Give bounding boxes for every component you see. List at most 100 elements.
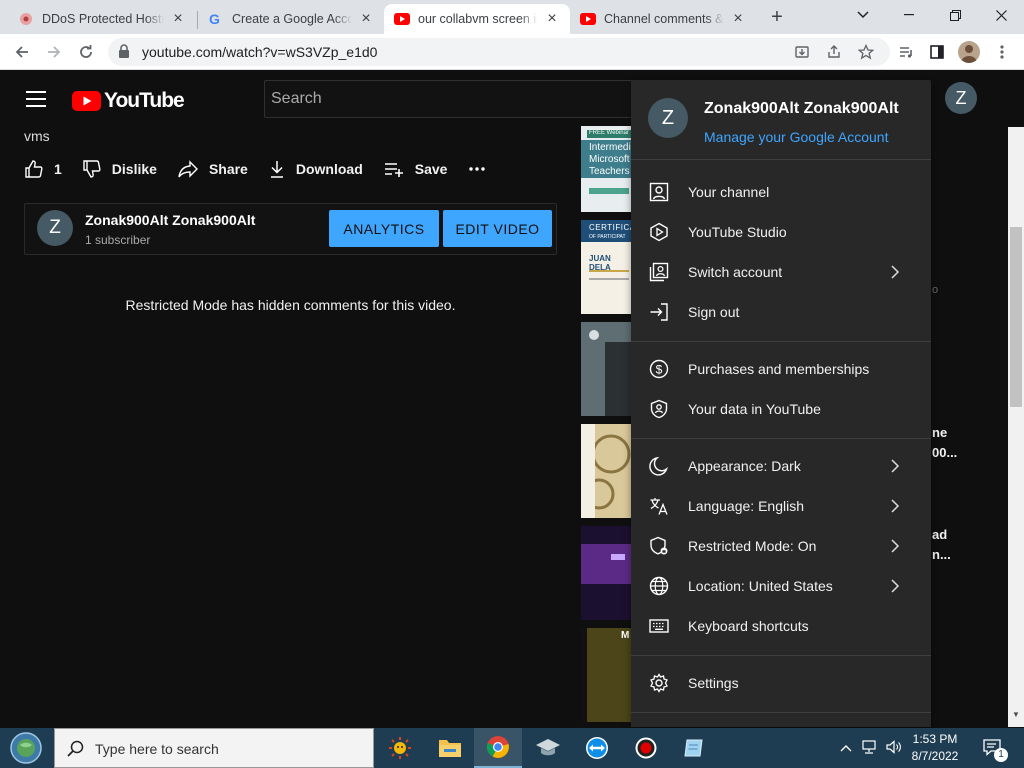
tab-search-chevron-icon[interactable] (840, 0, 886, 30)
volume-icon[interactable] (886, 740, 902, 757)
clock-date: 8/7/2022 (911, 749, 959, 763)
menu-item-settings[interactable]: Settings (631, 663, 931, 703)
youtube-logo[interactable]: YouTube (72, 89, 185, 113)
youtube-favicon-icon (580, 11, 596, 27)
youtube-wordmark: YouTube (104, 89, 185, 112)
related-title-fragment[interactable]: n... (932, 547, 951, 562)
sign-out-icon (650, 303, 668, 321)
related-title-fragment[interactable]: ne (932, 425, 947, 440)
taskbar-file-explorer-icon[interactable] (426, 728, 474, 768)
restricted-mode-notice: Restricted Mode has hidden comments for … (125, 297, 456, 313)
related-thumbnail-yellow[interactable]: M (581, 628, 631, 722)
menu-item-your-data[interactable]: Your data in YouTube (631, 389, 931, 429)
page-scrollbar[interactable]: ▼ (1008, 127, 1024, 727)
close-window-button[interactable] (978, 0, 1024, 30)
new-tab-button[interactable]: + (764, 6, 790, 28)
taskbar-record-icon[interactable] (622, 728, 670, 768)
tab-title: Channel comments & m (604, 12, 724, 26)
scrollbar-thumb[interactable] (1010, 227, 1022, 407)
scroll-down-arrow-icon[interactable]: ▼ (1012, 711, 1020, 719)
related-title-fragment[interactable]: 00... (932, 445, 957, 460)
dislike-button[interactable]: Dislike (82, 159, 157, 179)
media-queue-icon[interactable] (892, 38, 920, 66)
menu-item-your-channel[interactable]: Your channel (631, 172, 931, 212)
tab-close-icon[interactable]: × (544, 11, 560, 27)
menu-item-location[interactable]: Location: United States (631, 566, 931, 606)
menu-item-restricted-mode[interactable]: Restricted Mode: On (631, 526, 931, 566)
person-box-icon (649, 182, 669, 202)
restore-button[interactable] (932, 0, 978, 30)
menu-item-youtube-studio[interactable]: YouTube Studio (631, 212, 931, 252)
taskbar-sun-app-icon[interactable] (376, 728, 424, 768)
download-label: Download (295, 161, 363, 177)
manage-google-account-link[interactable]: Manage your Google Account (704, 129, 888, 145)
menu-divider (631, 438, 931, 439)
channel-avatar[interactable]: Z (37, 210, 73, 246)
browser-toolbar: youtube.com/watch?v=wS3VZp_e1d0 (0, 34, 1024, 70)
channel-name[interactable]: Zonak900Alt Zonak900Alt (85, 212, 255, 228)
tab-ddos-hosting[interactable]: DDoS Protected Hosting × (8, 4, 196, 34)
start-button[interactable] (6, 730, 46, 766)
network-icon[interactable] (862, 740, 878, 757)
menu-item-sign-out[interactable]: Sign out (631, 292, 931, 332)
more-actions-button[interactable] (467, 159, 497, 179)
share-arrow-icon (178, 160, 198, 178)
taskbar-notes-app-icon[interactable] (670, 728, 718, 768)
globe-icon (649, 576, 669, 596)
related-thumbnail-gears[interactable] (581, 424, 631, 518)
related-thumbnail-dark-figure[interactable] (581, 322, 631, 416)
video-title: vms (24, 128, 50, 144)
bookmark-star-icon[interactable] (856, 42, 876, 62)
thumbs-down-icon (83, 160, 101, 178)
address-bar[interactable]: youtube.com/watch?v=wS3VZp_e1d0 (108, 38, 890, 66)
related-thumbnail-purple[interactable] (581, 526, 631, 620)
share-page-icon[interactable] (824, 42, 844, 62)
account-menu-name: Zonak900Alt Zonak900Alt (704, 100, 899, 117)
account-avatar-button[interactable]: Z (945, 82, 977, 114)
lock-icon[interactable] (118, 44, 130, 63)
taskbar-clock[interactable]: 1:53 PM 8/7/2022 (905, 731, 965, 765)
tab-google-account[interactable]: G Create a Google Account × (198, 4, 384, 34)
thumbs-up-icon (25, 160, 43, 178)
like-button[interactable]: 1 (24, 159, 62, 179)
menu-item-purchases[interactable]: $ Purchases and memberships (631, 349, 931, 389)
tab-close-icon[interactable]: × (730, 11, 746, 27)
taskbar-graduation-cap-icon[interactable] (524, 728, 572, 768)
save-button[interactable]: Save (383, 159, 447, 179)
tab-collabvm-video[interactable]: our collabvm screen is × (384, 4, 570, 34)
search-input[interactable]: Search (264, 80, 664, 118)
taskbar-teamviewer-icon[interactable] (573, 728, 621, 768)
forward-button[interactable] (40, 38, 68, 66)
install-icon[interactable] (792, 42, 812, 62)
reload-button[interactable] (72, 38, 100, 66)
tab-close-icon[interactable]: × (170, 11, 186, 27)
menu-item-label: Language: English (688, 498, 804, 514)
youtube-favicon-icon (394, 11, 410, 27)
download-button[interactable]: Download (268, 159, 363, 179)
svg-text:$: $ (656, 363, 663, 377)
analytics-button[interactable]: ANALYTICS (329, 210, 439, 247)
side-panel-icon[interactable] (923, 38, 951, 66)
menu-item-keyboard-shortcuts[interactable]: Keyboard shortcuts (631, 606, 931, 646)
back-button[interactable] (8, 38, 36, 66)
edit-video-button[interactable]: EDIT VIDEO (443, 210, 552, 247)
related-title-fragment[interactable]: ad (932, 527, 947, 542)
taskbar-chrome-icon[interactable] (474, 728, 522, 768)
menu-item-language[interactable]: Language: English (631, 486, 931, 526)
guide-menu-icon[interactable] (26, 91, 46, 107)
chrome-menu-icon[interactable] (988, 38, 1016, 66)
minimize-button[interactable] (886, 0, 932, 30)
tab-channel-comments[interactable]: Channel comments & m × (570, 4, 756, 34)
tab-close-icon[interactable]: × (358, 11, 374, 27)
menu-item-appearance[interactable]: Appearance: Dark (631, 446, 931, 486)
related-thumbnail-webinar[interactable]: FREE Webinar Intermedia Microsoft Teache… (581, 126, 631, 212)
related-thumbnail-certificate[interactable]: CERTIFICA OF PARTICIPAT JUAN DELA (581, 220, 631, 314)
share-button[interactable]: Share (177, 159, 248, 179)
taskbar-search-input[interactable]: Type here to search (54, 728, 374, 768)
menu-item-switch-account[interactable]: Switch account (631, 252, 931, 292)
thumb-text: Teachers (589, 166, 630, 177)
chrome-profile-avatar[interactable] (958, 41, 980, 63)
studio-icon (650, 222, 668, 242)
switch-account-icon (649, 262, 669, 282)
show-hidden-icons-button[interactable] (840, 740, 852, 755)
